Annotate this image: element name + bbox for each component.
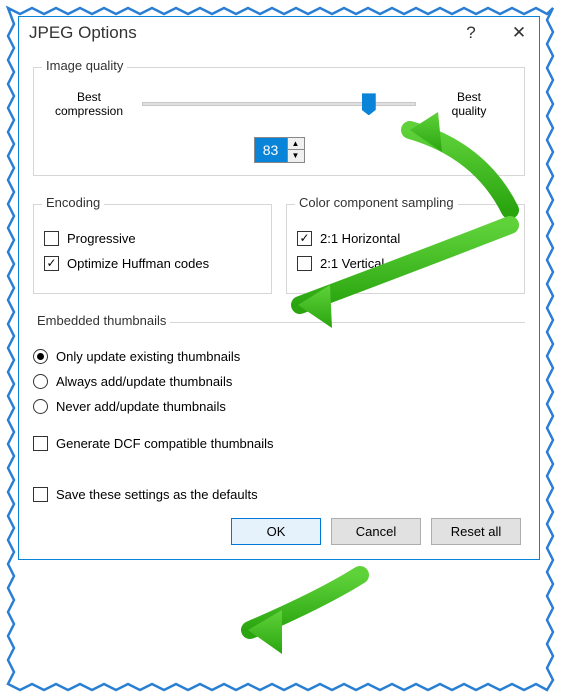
dcf-checkbox[interactable] (33, 436, 48, 451)
thumbnails-group: Embedded thumbnails Only update existing… (33, 322, 525, 473)
titlebar: JPEG Options ? ✕ (19, 17, 539, 49)
sampling-group: Color component sampling 2:1 Horizontal … (286, 204, 525, 294)
v21-checkbox[interactable] (297, 256, 312, 271)
quality-slider[interactable] (142, 102, 416, 106)
window-title: JPEG Options (29, 23, 137, 43)
encoding-group: Encoding Progressive Optimize Huffman co… (33, 204, 272, 294)
huffman-checkbox[interactable] (44, 256, 59, 271)
thumb-label-never: Never add/update thumbnails (56, 399, 226, 414)
jpeg-options-dialog: JPEG Options ? ✕ Image quality Bestcompr… (18, 16, 540, 560)
ok-button[interactable]: OK (231, 518, 321, 545)
quality-spinner: ▲ ▼ (254, 137, 305, 163)
image-quality-group: Image quality Bestcompression Bestqualit… (33, 67, 525, 176)
h21-checkbox[interactable] (297, 231, 312, 246)
save-defaults-label: Save these settings as the defaults (56, 487, 258, 502)
image-quality-legend: Image quality (42, 58, 127, 73)
spinner-down-icon[interactable]: ▼ (288, 150, 304, 162)
encoding-legend: Encoding (42, 195, 104, 210)
sampling-legend: Color component sampling (295, 195, 458, 210)
v21-label: 2:1 Vertical (320, 256, 384, 271)
quality-input[interactable] (255, 138, 287, 162)
best-compression-label: Bestcompression (44, 90, 134, 119)
close-button[interactable]: ✕ (509, 23, 529, 43)
thumb-radio-never[interactable] (33, 399, 48, 414)
help-button[interactable]: ? (461, 23, 481, 43)
dcf-label: Generate DCF compatible thumbnails (56, 436, 274, 451)
progressive-label: Progressive (67, 231, 136, 246)
save-defaults-checkbox[interactable] (33, 487, 48, 502)
thumb-radio-only-update[interactable] (33, 349, 48, 364)
reset-button[interactable]: Reset all (431, 518, 521, 545)
annotation-arrow-ok (248, 575, 360, 654)
spinner-up-icon[interactable]: ▲ (288, 138, 304, 150)
thumb-radio-always[interactable] (33, 374, 48, 389)
huffman-label: Optimize Huffman codes (67, 256, 209, 271)
best-quality-label: Bestquality (424, 90, 514, 119)
slider-thumb[interactable] (362, 93, 376, 115)
thumb-label-only-update: Only update existing thumbnails (56, 349, 240, 364)
h21-label: 2:1 Horizontal (320, 231, 400, 246)
cancel-button[interactable]: Cancel (331, 518, 421, 545)
thumb-label-always: Always add/update thumbnails (56, 374, 232, 389)
thumbnails-legend: Embedded thumbnails (33, 313, 170, 328)
progressive-checkbox[interactable] (44, 231, 59, 246)
